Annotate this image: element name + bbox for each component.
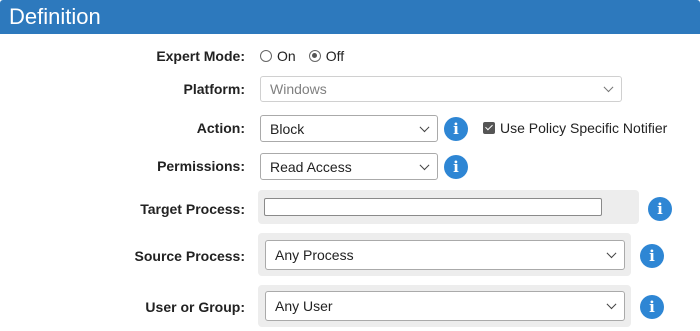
source-process-info-icon[interactable]: i (640, 244, 664, 268)
chevron-down-icon (419, 121, 430, 132)
action-label: Action: (196, 120, 245, 136)
expert-mode-on-radio[interactable] (260, 50, 272, 62)
use-policy-notifier-checkbox-wrap[interactable]: Use Policy Specific Notifier (483, 120, 667, 136)
expert-mode-on-label[interactable]: On (277, 48, 296, 64)
permissions-label: Permissions: (157, 158, 245, 174)
source-process-label: Source Process: (134, 248, 246, 264)
user-or-group-info-icon[interactable]: i (640, 295, 664, 319)
chevron-down-icon (606, 299, 617, 310)
permissions-info-icon[interactable]: i (444, 155, 468, 179)
user-or-group-label: User or Group: (145, 299, 245, 315)
expert-mode-off-radio[interactable] (308, 50, 321, 62)
action-select[interactable]: Block (260, 115, 438, 142)
source-process-value: Any Process (275, 247, 354, 263)
platform-label: Platform: (183, 81, 245, 97)
expert-mode-off-label[interactable]: Off (326, 48, 344, 64)
use-policy-notifier-checkbox[interactable] (483, 122, 495, 134)
action-info-icon[interactable]: i (444, 117, 468, 141)
section-header: Definition (0, 0, 700, 34)
section-title: Definition (9, 4, 101, 29)
source-process-select[interactable]: Any Process (265, 240, 625, 270)
chevron-down-icon (603, 82, 614, 93)
target-process-label: Target Process: (140, 201, 245, 217)
use-policy-notifier-label[interactable]: Use Policy Specific Notifier (500, 120, 667, 136)
expert-mode-label: Expert Mode: (156, 48, 245, 64)
permissions-select[interactable]: Read Access (260, 153, 438, 180)
platform-select[interactable]: Windows (260, 76, 622, 102)
user-or-group-select[interactable]: Any User (265, 291, 625, 321)
user-or-group-value: Any User (275, 298, 333, 314)
target-process-info-icon[interactable]: i (648, 197, 672, 221)
expert-mode-radio-group: On Off (260, 47, 357, 65)
chevron-down-icon (606, 248, 617, 259)
permissions-value: Read Access (270, 158, 352, 175)
chevron-down-icon (419, 159, 430, 170)
platform-value: Windows (270, 81, 327, 97)
target-process-input[interactable] (264, 198, 602, 216)
action-value: Block (270, 120, 305, 137)
